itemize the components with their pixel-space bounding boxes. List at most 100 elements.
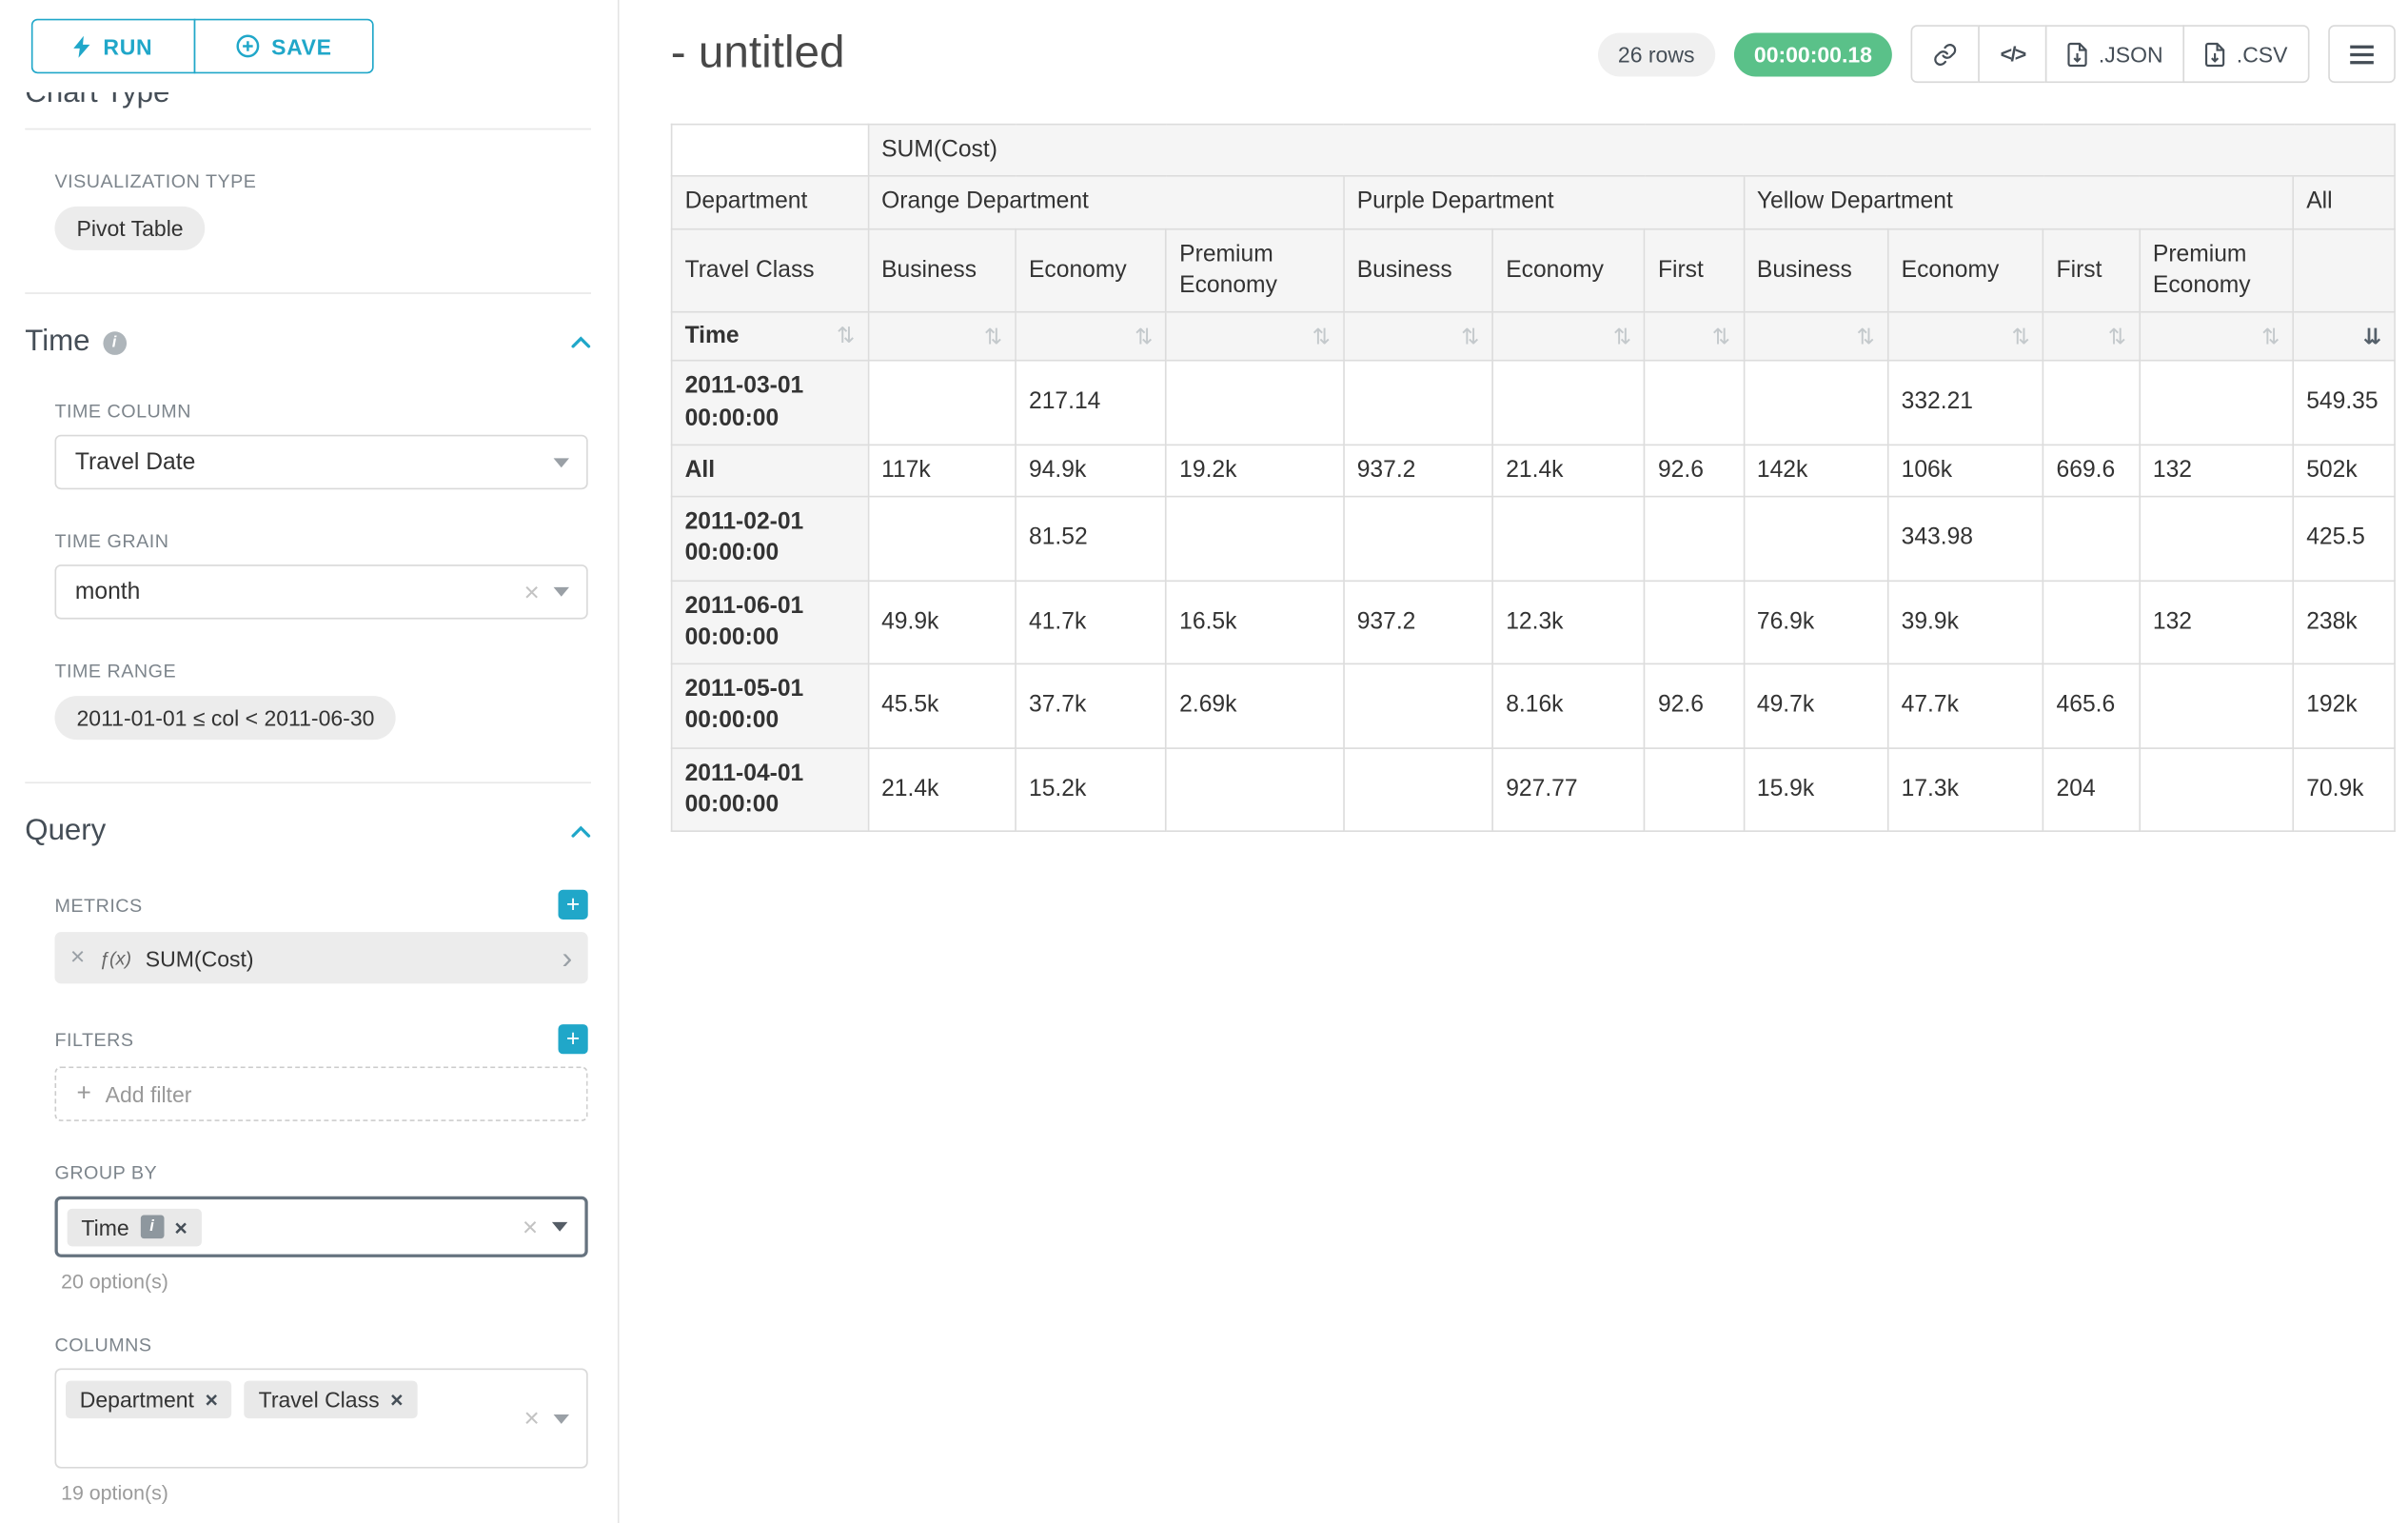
chevron-down-icon (552, 1222, 567, 1232)
columns-tag[interactable]: Department × (66, 1381, 232, 1418)
visualization-type-value[interactable]: Pivot Table (54, 207, 205, 250)
pivot-cell (1645, 361, 1744, 445)
save-button[interactable]: SAVE (193, 19, 374, 73)
pivot-cell: 2.69k (1166, 663, 1344, 747)
copy-link-button[interactable] (1911, 25, 1980, 83)
sort-icon[interactable]: ⇅ (837, 321, 855, 350)
chart-header-actions: 26 rows 00:00:00.18 </> .JSON . (1598, 25, 2396, 83)
sort-icon[interactable]: ⇅ (1461, 322, 1479, 351)
time-grain-value: month (75, 579, 141, 605)
columns-option-count: 19 option(s) (61, 1481, 588, 1505)
pivot-cell: 669.6 (2043, 445, 2140, 497)
sort-icon[interactable]: ⇅ (1135, 322, 1153, 351)
pivot-cell: 45.5k (868, 663, 1016, 747)
columns-tag[interactable]: Travel Class × (245, 1381, 417, 1418)
time-sort-header[interactable]: Time ⇅ (672, 312, 869, 361)
pivot-cell (2140, 497, 2293, 581)
time-column-select[interactable]: Travel Date (54, 435, 587, 490)
metric-item[interactable]: × ƒ(x) SUM(Cost) › (54, 932, 587, 983)
column-sort-header[interactable]: ⇅ (2043, 312, 2140, 361)
column-header: Economy (1492, 228, 1645, 312)
pivot-cell (2140, 361, 2293, 445)
pivot-cell (868, 361, 1016, 445)
time-row-label: Time (685, 322, 740, 348)
chevron-up-icon[interactable] (571, 336, 591, 348)
pivot-cell: 37.7k (1016, 663, 1166, 747)
chevron-up-icon[interactable] (571, 825, 591, 838)
pivot-cell (868, 497, 1016, 581)
time-grain-select[interactable]: month × (54, 564, 587, 620)
sort-icon[interactable]: ⇅ (1856, 322, 1874, 351)
pivot-cell (1744, 361, 1888, 445)
time-range-value[interactable]: 2011-01-01 ≤ col < 2011-06-30 (54, 696, 396, 740)
pivot-corner-cell (672, 125, 869, 177)
column-sort-header[interactable]: ⇅ (1016, 312, 1166, 361)
column-sort-header[interactable]: ⇅ (1888, 312, 2043, 361)
metric-name: SUM(Cost) (146, 945, 254, 970)
column-group-header: Yellow Department (1744, 176, 2293, 228)
pivot-cell: 937.2 (1344, 580, 1492, 663)
pivot-cell: 217.14 (1016, 361, 1166, 445)
pivot-cell: 425.5 (2293, 497, 2395, 581)
pivot-row-header: 2011-06-01 00:00:00 (672, 580, 869, 663)
pivot-cell: 92.6 (1645, 663, 1744, 747)
metric-header: SUM(Cost) (868, 125, 2395, 177)
add-metric-button[interactable]: + (558, 890, 587, 920)
remove-tag-icon[interactable]: × (390, 1389, 403, 1411)
run-button[interactable]: RUN (31, 19, 195, 73)
pivot-cell: 19.2k (1166, 445, 1344, 497)
remove-tag-icon[interactable]: × (174, 1216, 187, 1237)
column-sort-header[interactable]: ⇅ (1492, 312, 1645, 361)
add-filter-plus-button[interactable]: + (558, 1024, 587, 1054)
time-section-header[interactable]: Time i (25, 326, 591, 360)
remove-tag-icon[interactable]: × (205, 1389, 217, 1411)
export-csv-button[interactable]: .CSV (2183, 25, 2310, 83)
query-section-header[interactable]: Query (25, 815, 591, 849)
columns-select[interactable]: Department × Travel Class × × (54, 1368, 587, 1468)
column-sort-header[interactable]: ⇅ (1166, 312, 1344, 361)
pivot-row-header: 2011-03-01 00:00:00 (672, 361, 869, 445)
sort-icon[interactable]: ⇅ (984, 322, 1002, 351)
chart-header: - untitled 26 rows 00:00:00.18 </> .JSON (671, 25, 2396, 83)
chart-title[interactable]: - untitled (671, 29, 845, 80)
column-sort-header[interactable]: ⇊ (2293, 312, 2395, 361)
function-icon: ƒ(x) (99, 947, 131, 969)
clear-icon[interactable]: × (523, 1405, 539, 1432)
chart-menu-button[interactable] (2328, 25, 2396, 83)
sort-icon[interactable]: ⇅ (2108, 322, 2126, 351)
remove-metric-icon[interactable]: × (70, 945, 85, 970)
column-header: First (1645, 228, 1744, 312)
column-sort-header[interactable]: ⇅ (1744, 312, 1888, 361)
export-json-button[interactable]: .JSON (2045, 25, 2185, 83)
pivot-cell: 549.35 (2293, 361, 2395, 445)
group-by-select[interactable]: Time i × × (54, 1197, 587, 1257)
time-section-title: Time (25, 326, 89, 360)
add-filter-button[interactable]: + Add filter (54, 1066, 587, 1121)
column-sort-header[interactable]: ⇅ (1645, 312, 1744, 361)
column-sort-header[interactable]: ⇅ (868, 312, 1016, 361)
sort-icon[interactable]: ⇅ (2011, 322, 2029, 351)
pivot-cell: 8.16k (1492, 663, 1645, 747)
sort-icon[interactable]: ⇅ (1613, 322, 1631, 351)
columns-tag-label: Travel Class (259, 1387, 380, 1412)
group-by-tag[interactable]: Time i × (68, 1208, 202, 1245)
pivot-cell (2043, 361, 2140, 445)
sort-icon[interactable]: ⇅ (1313, 322, 1331, 351)
column-header: Business (868, 228, 1016, 312)
pivot-cell: 49.7k (1744, 663, 1888, 747)
pivot-cell: 47.7k (1888, 663, 2043, 747)
pivot-cell: 15.9k (1744, 747, 1888, 831)
pivot-cell: 94.9k (1016, 445, 1166, 497)
pivot-cell (1166, 747, 1344, 831)
embed-code-button[interactable]: </> (1979, 25, 2047, 83)
sort-icon[interactable]: ⇅ (2261, 322, 2280, 351)
sort-desc-icon[interactable]: ⇊ (2363, 322, 2381, 351)
link-icon (1933, 42, 1958, 67)
column-sort-header[interactable]: ⇅ (1344, 312, 1492, 361)
pivot-cell (1492, 361, 1645, 445)
clear-icon[interactable]: × (523, 1214, 538, 1240)
divider (25, 129, 591, 130)
clear-icon[interactable]: × (523, 579, 539, 605)
sort-icon[interactable]: ⇅ (1712, 322, 1730, 351)
column-sort-header[interactable]: ⇅ (2140, 312, 2293, 361)
